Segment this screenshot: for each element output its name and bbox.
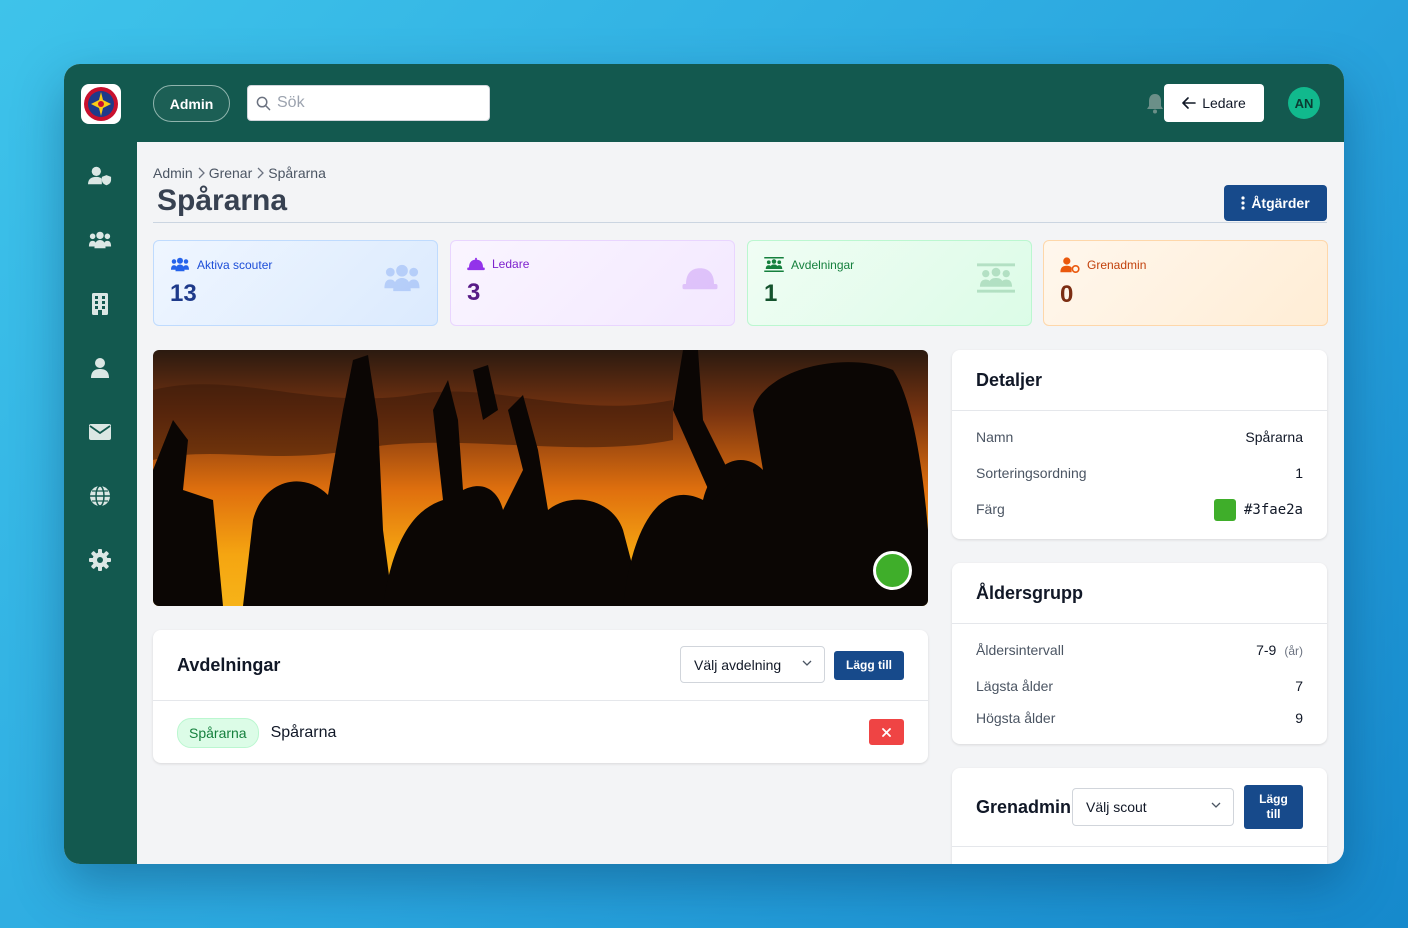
breadcrumb-admin[interactable]: Admin — [153, 165, 193, 181]
card-divider — [952, 410, 1327, 411]
avatar-initials: AN — [1294, 95, 1314, 111]
breadcrumb-current: Spårarna — [268, 165, 326, 181]
min-age-label: Lägsta ålder — [976, 678, 1054, 694]
top-bar: Admin Ledare AN — [64, 64, 1344, 142]
max-age-label: Högsta ålder — [976, 710, 1056, 726]
avdelningar-card: Avdelningar Välj avdelning Lägg till Spå… — [153, 630, 928, 763]
scout-logo[interactable] — [81, 84, 121, 124]
arrow-left-icon — [1182, 97, 1197, 109]
avdelningar-title: Avdelningar — [177, 655, 281, 675]
detail-label-namn: Namn — [976, 429, 1014, 445]
branch-photo — [153, 350, 928, 606]
detail-label-sortering: Sorteringsordning — [976, 465, 1087, 481]
stat-label: Grenadmin — [1087, 258, 1147, 272]
age-interval-value: 7-9 — [1256, 642, 1277, 658]
chevron-right-icon — [198, 167, 205, 179]
vertical-dots-icon — [1241, 196, 1245, 210]
admin-button[interactable]: Admin — [153, 85, 230, 122]
detail-value-farg: #3fae2a — [1213, 499, 1303, 521]
avdelning-select-label: Välj avdelning — [694, 656, 782, 673]
admin-label: Admin — [169, 95, 214, 112]
add-grenadmin-button[interactable]: Lägg till — [1244, 785, 1303, 829]
stat-label: Aktiva scouter — [197, 257, 273, 272]
stat-value: 0 — [1060, 281, 1074, 308]
detail-value-sortering: 1 — [1295, 465, 1303, 481]
globe-icon[interactable] — [88, 484, 112, 508]
card-divider — [153, 700, 928, 701]
search-box[interactable] — [247, 85, 490, 121]
scout-select-label: Välj scout — [1086, 799, 1147, 815]
bell-icon[interactable] — [1145, 92, 1165, 114]
search-icon — [256, 96, 271, 110]
stat-value: 3 — [467, 279, 481, 306]
group-icon — [764, 257, 784, 272]
breadcrumb-grenar[interactable]: Grenar — [209, 165, 253, 181]
sidebar — [64, 142, 137, 864]
group-icon — [977, 263, 1015, 293]
stat-card-aktiva-scouter[interactable]: Aktiva scouter 13 — [153, 240, 438, 326]
back-to-ledare-button[interactable]: Ledare — [1164, 84, 1264, 122]
stat-label: Avdelningar — [791, 257, 855, 272]
remove-avdelning-button[interactable] — [869, 719, 904, 745]
envelope-icon[interactable] — [88, 420, 112, 444]
details-card: Detaljer Namn Spårarna Sorteringsordning… — [952, 350, 1327, 539]
ledare-label: Ledare — [1202, 95, 1246, 111]
card-divider — [952, 623, 1327, 624]
grenadmin-card: Grenadmin Välj scout Lägg till — [952, 768, 1327, 864]
chevron-down-icon — [802, 660, 812, 666]
user-gear-icon — [1060, 257, 1080, 273]
age-group-card: Åldersgrupp Åldersintervall 7-9 (år) Läg… — [952, 563, 1327, 744]
chevron-down-icon — [1211, 802, 1221, 808]
building-icon[interactable] — [88, 292, 112, 316]
avdelning-select[interactable]: Välj avdelning — [680, 646, 825, 683]
color-swatch — [1213, 499, 1236, 521]
chevron-right-icon — [257, 167, 265, 179]
grenadmin-title: Grenadmin — [976, 797, 1072, 817]
user-avatar[interactable]: AN — [1288, 87, 1320, 119]
main-content: Admin Grenar Spårarna Spårarna Åtgärder … — [137, 142, 1344, 864]
app-window: Admin Ledare AN — [64, 64, 1344, 864]
add-avdelning-label: Lägg till — [846, 658, 892, 672]
color-hex: #3fae2a — [1243, 502, 1303, 518]
page-title: Spårarna — [157, 184, 288, 217]
actions-button[interactable]: Åtgärder — [1224, 185, 1327, 221]
breadcrumb: Admin Grenar Spårarna — [153, 165, 326, 181]
avdelning-tag: Spårarna — [177, 718, 259, 748]
users-icon — [384, 264, 420, 292]
gear-icon[interactable] — [88, 548, 112, 572]
list-item: Spårarna Spårarna — [177, 718, 336, 748]
min-age-value: 7 — [1295, 678, 1303, 694]
detail-value-namn: Spårarna — [1245, 429, 1303, 445]
users-icon[interactable] — [88, 228, 112, 252]
actions-label: Åtgärder — [1251, 195, 1310, 211]
scout-select[interactable]: Välj scout — [1072, 788, 1234, 826]
hard-hat-icon — [467, 257, 485, 271]
title-divider — [153, 222, 1327, 223]
add-grenadmin-label: Lägg till — [1259, 792, 1288, 821]
search-input[interactable] — [277, 94, 477, 112]
max-age-value: 9 — [1295, 710, 1303, 726]
avdelning-name[interactable]: Spårarna — [271, 724, 337, 742]
details-title: Detaljer — [976, 370, 1043, 390]
color-indicator-dot — [873, 551, 912, 590]
card-divider — [952, 846, 1327, 847]
user-shield-icon[interactable] — [88, 164, 112, 188]
age-interval-value-group: 7-9 (år) — [1256, 642, 1303, 658]
users-icon — [171, 257, 189, 272]
user-icon[interactable] — [88, 356, 112, 380]
stat-card-grenadmin[interactable]: Grenadmin 0 — [1043, 240, 1328, 326]
close-icon — [882, 727, 891, 737]
age-interval-label: Åldersintervall — [976, 642, 1064, 658]
stat-card-avdelningar[interactable]: Avdelningar 1 — [747, 240, 1032, 326]
add-avdelning-button[interactable]: Lägg till — [834, 651, 904, 680]
age-interval-unit: (år) — [1284, 644, 1303, 658]
age-group-title: Åldersgrupp — [976, 583, 1084, 603]
stat-card-ledare[interactable]: Ledare 3 — [450, 240, 735, 326]
detail-label-farg: Färg — [976, 501, 1005, 517]
stat-label: Ledare — [492, 257, 530, 271]
hard-hat-icon — [682, 268, 718, 290]
